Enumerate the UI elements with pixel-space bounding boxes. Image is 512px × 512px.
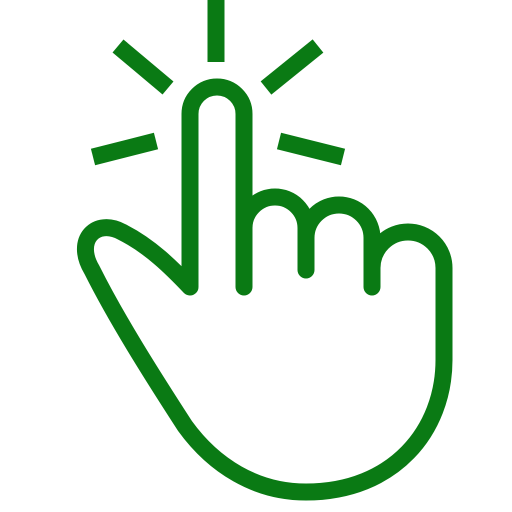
ray-left [90,132,159,166]
ray-upper-right [260,39,324,95]
icon-canvas [0,0,512,512]
tap-gesture-icon [77,0,453,501]
ray-upper-left [112,39,174,95]
ray-right [276,132,346,166]
